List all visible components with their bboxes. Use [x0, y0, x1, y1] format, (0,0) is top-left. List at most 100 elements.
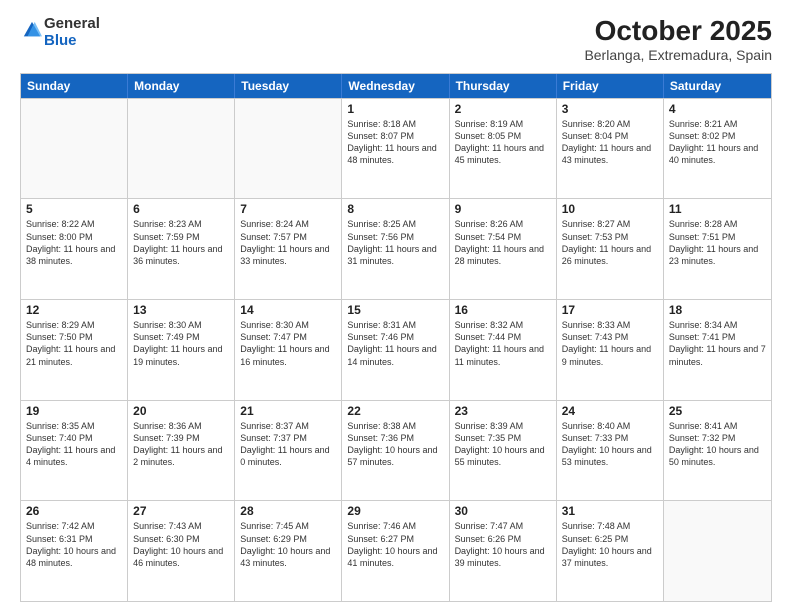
cal-cell: 31 Sunrise: 7:48 AM Sunset: 6:25 PM Dayli…: [557, 501, 664, 601]
day-info: Sunrise: 8:30 AM Sunset: 7:47 PM Dayligh…: [240, 319, 336, 368]
title-block: October 2025 Berlanga, Extremadura, Spai…: [584, 16, 772, 63]
cal-cell: 17 Sunrise: 8:33 AM Sunset: 7:43 PM Dayli…: [557, 300, 664, 400]
cal-cell: 11 Sunrise: 8:28 AM Sunset: 7:51 PM Dayli…: [664, 199, 771, 299]
day-number: 13: [133, 303, 229, 317]
cal-cell: 3Sunrise: 8:20 AM Sunset: 8:04 PM Daylig…: [557, 99, 664, 199]
day-number: 15: [347, 303, 443, 317]
day-number: 1: [347, 102, 443, 116]
cal-cell: 20 Sunrise: 8:36 AM Sunset: 7:39 PM Dayli…: [128, 401, 235, 501]
cal-cell: [664, 501, 771, 601]
calendar-header: SundayMondayTuesdayWednesdayThursdayFrid…: [21, 74, 771, 98]
cal-cell: 19 Sunrise: 8:35 AM Sunset: 7:40 PM Dayli…: [21, 401, 128, 501]
logo-general: General: [44, 15, 100, 32]
cal-row-1: 5 Sunrise: 8:22 AM Sunset: 8:00 PM Daylig…: [21, 198, 771, 299]
day-number: 17: [562, 303, 658, 317]
day-info: Sunrise: 7:48 AM Sunset: 6:25 PM Dayligh…: [562, 520, 658, 569]
day-info: Sunrise: 8:25 AM Sunset: 7:56 PM Dayligh…: [347, 218, 443, 267]
header-thursday: Thursday: [450, 74, 557, 98]
day-number: 30: [455, 504, 551, 518]
day-info: Sunrise: 8:38 AM Sunset: 7:36 PM Dayligh…: [347, 420, 443, 469]
cal-cell: 10Sunrise: 8:27 AM Sunset: 7:53 PM Dayli…: [557, 199, 664, 299]
cal-row-3: 19 Sunrise: 8:35 AM Sunset: 7:40 PM Dayli…: [21, 400, 771, 501]
day-info: Sunrise: 8:41 AM Sunset: 7:32 PM Dayligh…: [669, 420, 766, 469]
day-info: Sunrise: 8:29 AM Sunset: 7:50 PM Dayligh…: [26, 319, 122, 368]
cal-cell: 6 Sunrise: 8:23 AM Sunset: 7:59 PM Daylig…: [128, 199, 235, 299]
day-number: 21: [240, 404, 336, 418]
cal-cell: 12 Sunrise: 8:29 AM Sunset: 7:50 PM Dayli…: [21, 300, 128, 400]
logo-blue: Blue: [44, 32, 77, 49]
cal-cell: 30 Sunrise: 7:47 AM Sunset: 6:26 PM Dayli…: [450, 501, 557, 601]
day-number: 9: [455, 202, 551, 216]
day-number: 22: [347, 404, 443, 418]
header-saturday: Saturday: [664, 74, 771, 98]
day-info: Sunrise: 7:45 AM Sunset: 6:29 PM Dayligh…: [240, 520, 336, 569]
cal-cell: 21Sunrise: 8:37 AM Sunset: 7:37 PM Dayli…: [235, 401, 342, 501]
cal-cell: 23 Sunrise: 8:39 AM Sunset: 7:35 PM Dayli…: [450, 401, 557, 501]
day-info: Sunrise: 8:31 AM Sunset: 7:46 PM Dayligh…: [347, 319, 443, 368]
day-info: Sunrise: 8:39 AM Sunset: 7:35 PM Dayligh…: [455, 420, 551, 469]
day-number: 24: [562, 404, 658, 418]
cal-cell: 8 Sunrise: 8:25 AM Sunset: 7:56 PM Daylig…: [342, 199, 449, 299]
day-info: Sunrise: 8:19 AM Sunset: 8:05 PM Dayligh…: [455, 118, 551, 167]
cal-cell: 15 Sunrise: 8:31 AM Sunset: 7:46 PM Dayli…: [342, 300, 449, 400]
day-number: 3: [562, 102, 658, 116]
cal-cell: [128, 99, 235, 199]
day-number: 14: [240, 303, 336, 317]
day-info: Sunrise: 8:28 AM Sunset: 7:51 PM Dayligh…: [669, 218, 766, 267]
cal-cell: 27Sunrise: 7:43 AM Sunset: 6:30 PM Dayli…: [128, 501, 235, 601]
day-info: Sunrise: 7:43 AM Sunset: 6:30 PM Dayligh…: [133, 520, 229, 569]
day-info: Sunrise: 8:23 AM Sunset: 7:59 PM Dayligh…: [133, 218, 229, 267]
cal-cell: 9 Sunrise: 8:26 AM Sunset: 7:54 PM Daylig…: [450, 199, 557, 299]
cal-cell: 2 Sunrise: 8:19 AM Sunset: 8:05 PM Daylig…: [450, 99, 557, 199]
cal-cell: 26 Sunrise: 7:42 AM Sunset: 6:31 PM Dayli…: [21, 501, 128, 601]
cal-cell: 22 Sunrise: 8:38 AM Sunset: 7:36 PM Dayli…: [342, 401, 449, 501]
cal-cell: 1 Sunrise: 8:18 AM Sunset: 8:07 PM Daylig…: [342, 99, 449, 199]
day-number: 28: [240, 504, 336, 518]
day-number: 2: [455, 102, 551, 116]
cal-cell: 14 Sunrise: 8:30 AM Sunset: 7:47 PM Dayli…: [235, 300, 342, 400]
day-number: 8: [347, 202, 443, 216]
day-info: Sunrise: 8:26 AM Sunset: 7:54 PM Dayligh…: [455, 218, 551, 267]
calendar-title: October 2025: [584, 16, 772, 47]
logo-icon: [22, 20, 42, 40]
day-info: Sunrise: 7:46 AM Sunset: 6:27 PM Dayligh…: [347, 520, 443, 569]
cal-cell: 18 Sunrise: 8:34 AM Sunset: 7:41 PM Dayli…: [664, 300, 771, 400]
day-info: Sunrise: 8:32 AM Sunset: 7:44 PM Dayligh…: [455, 319, 551, 368]
day-info: Sunrise: 7:47 AM Sunset: 6:26 PM Dayligh…: [455, 520, 551, 569]
cal-cell: 29 Sunrise: 7:46 AM Sunset: 6:27 PM Dayli…: [342, 501, 449, 601]
header-friday: Friday: [557, 74, 664, 98]
day-info: Sunrise: 8:35 AM Sunset: 7:40 PM Dayligh…: [26, 420, 122, 469]
day-info: Sunrise: 8:34 AM Sunset: 7:41 PM Dayligh…: [669, 319, 766, 368]
cal-row-0: 1 Sunrise: 8:18 AM Sunset: 8:07 PM Daylig…: [21, 98, 771, 199]
cal-row-4: 26 Sunrise: 7:42 AM Sunset: 6:31 PM Dayli…: [21, 500, 771, 601]
day-info: Sunrise: 8:22 AM Sunset: 8:00 PM Dayligh…: [26, 218, 122, 267]
day-number: 11: [669, 202, 766, 216]
cal-cell: 16Sunrise: 8:32 AM Sunset: 7:44 PM Dayli…: [450, 300, 557, 400]
day-info: Sunrise: 8:36 AM Sunset: 7:39 PM Dayligh…: [133, 420, 229, 469]
day-number: 23: [455, 404, 551, 418]
day-info: Sunrise: 8:18 AM Sunset: 8:07 PM Dayligh…: [347, 118, 443, 167]
cal-cell: 7Sunrise: 8:24 AM Sunset: 7:57 PM Daylig…: [235, 199, 342, 299]
header-tuesday: Tuesday: [235, 74, 342, 98]
cal-cell: 24 Sunrise: 8:40 AM Sunset: 7:33 PM Dayli…: [557, 401, 664, 501]
day-number: 20: [133, 404, 229, 418]
day-number: 26: [26, 504, 122, 518]
day-number: 29: [347, 504, 443, 518]
day-info: Sunrise: 8:30 AM Sunset: 7:49 PM Dayligh…: [133, 319, 229, 368]
day-info: Sunrise: 8:40 AM Sunset: 7:33 PM Dayligh…: [562, 420, 658, 469]
day-number: 25: [669, 404, 766, 418]
day-info: Sunrise: 8:33 AM Sunset: 7:43 PM Dayligh…: [562, 319, 658, 368]
day-number: 31: [562, 504, 658, 518]
header-sunday: Sunday: [21, 74, 128, 98]
day-info: Sunrise: 8:27 AM Sunset: 7:53 PM Dayligh…: [562, 218, 658, 267]
day-number: 12: [26, 303, 122, 317]
cal-cell: 25 Sunrise: 8:41 AM Sunset: 7:32 PM Dayli…: [664, 401, 771, 501]
day-number: 19: [26, 404, 122, 418]
day-number: 6: [133, 202, 229, 216]
day-number: 5: [26, 202, 122, 216]
day-info: Sunrise: 7:42 AM Sunset: 6:31 PM Dayligh…: [26, 520, 122, 569]
day-number: 18: [669, 303, 766, 317]
cal-cell: [235, 99, 342, 199]
day-info: Sunrise: 8:21 AM Sunset: 8:02 PM Dayligh…: [669, 118, 766, 167]
cal-cell: 5 Sunrise: 8:22 AM Sunset: 8:00 PM Daylig…: [21, 199, 128, 299]
